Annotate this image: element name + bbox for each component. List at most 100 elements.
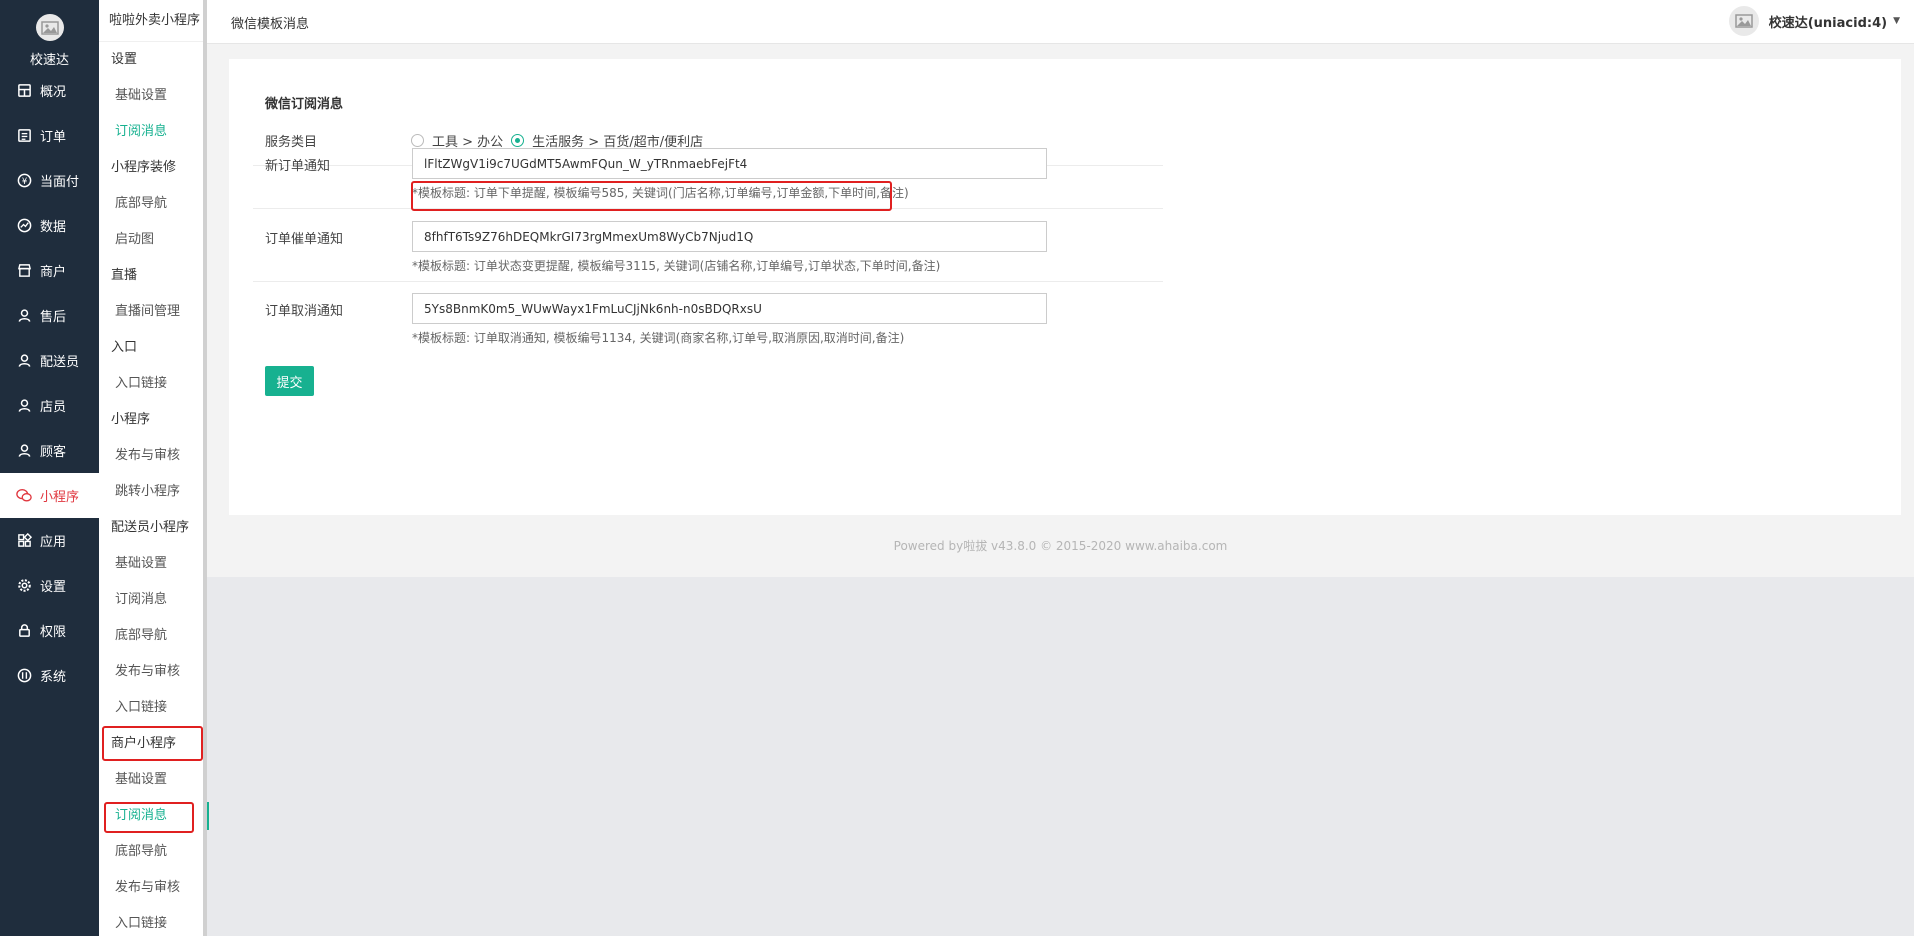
nav-item-pay[interactable]: ¥ 当面付 xyxy=(0,158,99,203)
gear-icon xyxy=(16,578,32,594)
user-icon xyxy=(16,353,32,369)
field-label: 订单取消通知 xyxy=(265,304,344,319)
nav-item-overview[interactable]: 概况 xyxy=(0,68,99,113)
sub-item[interactable]: 入口链接 xyxy=(99,906,206,936)
sub-group-heading: 设置 xyxy=(111,52,138,67)
content-gap-top xyxy=(229,44,1901,59)
store-icon xyxy=(16,263,32,279)
sub-item[interactable]: 发布与审核 xyxy=(99,438,206,474)
nav-item-apps[interactable]: 应用 xyxy=(0,518,99,563)
sub-item[interactable]: 订阅消息 xyxy=(99,582,206,618)
new-order-template-input[interactable] xyxy=(412,148,1047,179)
panel-title: 微信订阅消息 xyxy=(265,97,344,112)
service-category-label: 服务类目 xyxy=(265,135,318,150)
urge-order-template-input[interactable] xyxy=(412,221,1047,252)
nav-item-label: 店员 xyxy=(40,400,67,415)
sub-item[interactable]: 入口链接 xyxy=(99,366,206,402)
cancel-order-template-input[interactable] xyxy=(412,293,1047,324)
sub-item[interactable]: 入口链接 xyxy=(99,690,206,726)
breadcrumb: 微信模板消息 xyxy=(231,17,310,32)
sub-item[interactable]: 基础设置 xyxy=(99,762,206,798)
user-icon xyxy=(16,308,32,324)
sub-item[interactable]: 发布与审核 xyxy=(99,870,206,906)
nav-item-label: 订单 xyxy=(40,130,67,145)
field-help: *模板标题: 订单取消通知, 模板编号1134, 关键词(商家名称,订单号,取消… xyxy=(412,331,905,345)
radio-circle-icon xyxy=(411,134,424,147)
nav-item-label: 设置 xyxy=(40,580,67,595)
sub-item[interactable]: 底部导航 xyxy=(99,618,206,654)
chart-icon xyxy=(16,218,32,234)
nav-item-clerk[interactable]: 店员 xyxy=(0,383,99,428)
nav-item-customer[interactable]: 顾客 xyxy=(0,428,99,473)
footer: Powered by啦拔 v43.8.0 © 2015-2020 www.aha… xyxy=(207,515,1914,577)
nav-item-data[interactable]: 数据 xyxy=(0,203,99,248)
wechat-icon xyxy=(16,488,32,504)
apps-icon xyxy=(16,533,32,549)
submit-button[interactable]: 提交 xyxy=(265,366,314,396)
nav-item-courier[interactable]: 配送员 xyxy=(0,338,99,383)
nav-item-label: 小程序 xyxy=(40,490,80,505)
svg-text:¥: ¥ xyxy=(21,176,27,186)
nav-item-settings[interactable]: 设置 xyxy=(0,563,99,608)
chevron-down-icon: ▼ xyxy=(1893,16,1900,26)
nav-item-label: 数据 xyxy=(40,220,67,235)
nav-item-system[interactable]: 系统 xyxy=(0,653,99,698)
sub-item[interactable]: 基础设置 xyxy=(99,546,206,582)
top-bar: 微信模板消息 校速达(uniacid:4) ▼ xyxy=(207,0,1914,44)
list-icon xyxy=(16,128,32,144)
sub-sidebar-title: 啦啦外卖小程序 xyxy=(99,0,206,42)
annotation-box xyxy=(102,726,203,761)
brand-logo-icon xyxy=(35,14,64,41)
user-icon xyxy=(16,443,32,459)
nav-item-permission[interactable]: 权限 xyxy=(0,608,99,653)
nav-item-label: 概况 xyxy=(40,85,67,100)
sub-item[interactable]: 直播间管理 xyxy=(99,294,206,330)
nav-item-miniapp[interactable]: 小程序 xyxy=(0,473,99,518)
sub-group-heading: 配送员小程序 xyxy=(111,520,190,535)
nav-item-label: 当面付 xyxy=(40,175,80,190)
avatar xyxy=(1728,6,1759,36)
nav-item-orders[interactable]: 订单 xyxy=(0,113,99,158)
nav-item-label: 应用 xyxy=(40,535,67,550)
sub-item[interactable]: 底部导航 xyxy=(99,186,206,222)
nav-item-label: 商户 xyxy=(40,265,67,280)
nav-item-label: 顾客 xyxy=(40,445,67,460)
nav-item-label: 权限 xyxy=(40,625,67,640)
radio-checked-icon xyxy=(511,134,525,147)
system-icon xyxy=(16,668,32,684)
main-sidebar: 校速达 概况订单 ¥ 当面付数据商户售后配送员店员顾客小程序应用设置权限系统 xyxy=(0,0,99,936)
content-gap-left xyxy=(207,44,229,515)
nav-item-label: 配送员 xyxy=(40,355,80,370)
brand-name: 校速达 xyxy=(29,53,69,68)
sub-group-heading: 直播 xyxy=(111,268,138,283)
nav-item-aftersale[interactable]: 售后 xyxy=(0,293,99,338)
field-label: 订单催单通知 xyxy=(265,232,344,247)
sub-item[interactable]: 跳转小程序 xyxy=(99,474,206,510)
annotation-box xyxy=(104,802,194,833)
user-name: 校速达(uniacid:4) xyxy=(1768,15,1888,31)
field-label: 新订单通知 xyxy=(265,159,331,174)
sub-sidebar: 啦啦外卖小程序 设置 基础设置 订阅消息 小程序装修 底部导航 启动图 直播 直播间管理 入口入… xyxy=(99,0,209,936)
form-panel: 微信订阅消息 服务类目 工具 > 办公 生活服务 > 百货/超市/便利店 新订单… xyxy=(229,59,1901,515)
user-menu[interactable]: 校速达(uniacid:4) ▼ xyxy=(1728,6,1900,36)
user-icon xyxy=(16,398,32,414)
sub-item[interactable]: 启动图 xyxy=(99,222,206,258)
dashboard-icon xyxy=(16,83,32,99)
nav-item-label: 售后 xyxy=(40,310,67,325)
sub-item[interactable]: 订阅消息 xyxy=(99,114,209,150)
sub-item[interactable]: 底部导航 xyxy=(99,834,206,870)
divider xyxy=(253,281,1163,282)
sub-item[interactable]: 发布与审核 xyxy=(99,654,206,690)
sub-group-heading: 入口 xyxy=(111,340,138,355)
content-gap-right xyxy=(1901,44,1914,515)
field-help: *模板标题: 订单状态变更提醒, 模板编号3115, 关键词(店铺名称,订单编号… xyxy=(412,259,941,273)
lock-icon xyxy=(16,623,32,639)
sub-group-heading: 小程序装修 xyxy=(111,160,177,175)
sub-group-heading: 小程序 xyxy=(111,412,151,427)
nav-item-merchant[interactable]: 商户 xyxy=(0,248,99,293)
nav-item-label: 系统 xyxy=(40,670,67,685)
yuan-icon: ¥ xyxy=(16,173,32,189)
brand[interactable]: 校速达 xyxy=(0,0,99,68)
sub-item[interactable]: 基础设置 xyxy=(99,78,206,114)
annotation-box xyxy=(411,181,892,211)
